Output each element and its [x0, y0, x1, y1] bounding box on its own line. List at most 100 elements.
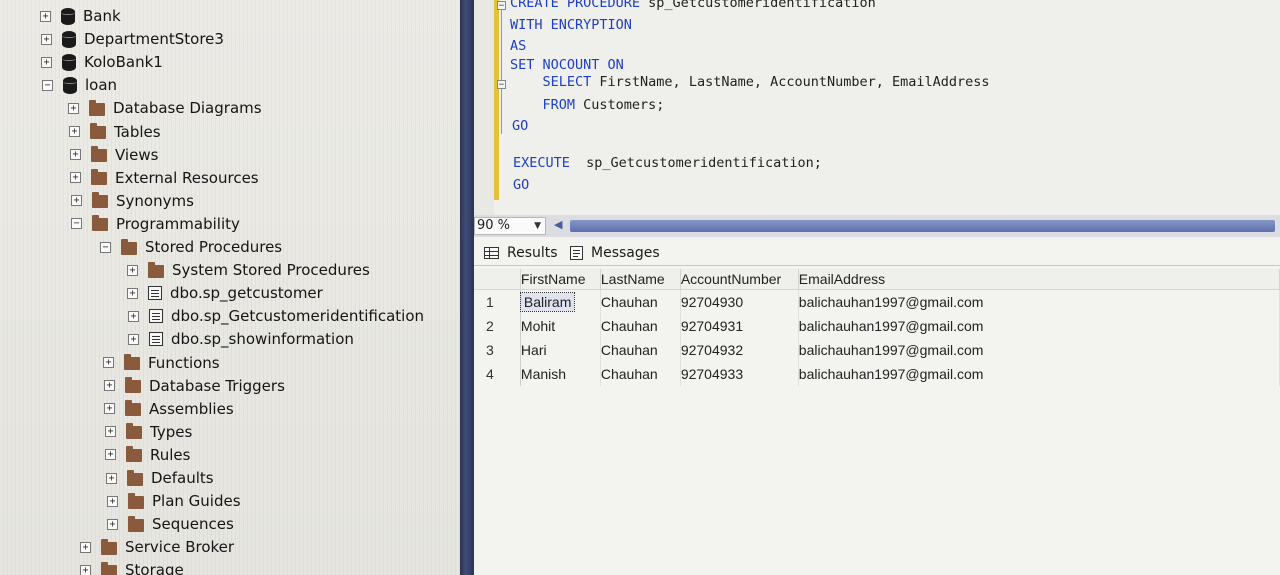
code-line[interactable]: EXECUTE sp_Getcustomeridentification; — [513, 155, 822, 171]
tree-item[interactable]: + Synonyms — [71, 190, 194, 212]
pane-splitter[interactable] — [460, 0, 474, 575]
code-line[interactable]: CREATE PROCEDURE sp_Getcustomeridentific… — [510, 0, 876, 11]
expand-icon[interactable]: + — [103, 357, 114, 368]
expand-icon[interactable]: + — [70, 149, 81, 161]
tree-item[interactable]: + dbo.sp_showinformation — [128, 328, 354, 350]
tree-item[interactable]: + Views — [70, 144, 158, 166]
collapse-icon[interactable]: − — [42, 79, 53, 91]
grid-cell-email[interactable]: balichauhan1997@gmail.com — [798, 362, 1280, 386]
row-number[interactable]: 1 — [474, 289, 521, 314]
expand-icon[interactable]: + — [41, 33, 52, 45]
sql-keyword: EXECUTE — [513, 155, 570, 171]
tree-item[interactable]: + Functions — [103, 352, 220, 374]
grid-cell-email[interactable]: balichauhan1997@gmail.com — [798, 289, 1280, 314]
table-row[interactable]: 4 Manish Chauhan 92704933 balichauhan1997@gm… — [474, 362, 1280, 386]
table-row[interactable]: 3 Hari Chauhan 92704932 balichauhan1997@gmai… — [474, 338, 1280, 362]
tree-item[interactable]: + dbo.sp_getcustomer — [127, 282, 323, 304]
code-line[interactable]: FROM Customers; — [510, 97, 665, 113]
code-line[interactable]: AS — [510, 38, 526, 54]
table-row[interactable]: 2 Mohit Chauhan 92704931 balichauhan1997@gma… — [474, 314, 1280, 338]
grid-cell-email[interactable]: balichauhan1997@gmail.com — [798, 314, 1280, 338]
column-header-emailaddress[interactable]: EmailAddress — [798, 269, 1280, 290]
tree-item[interactable]: + System Stored Procedures — [127, 259, 370, 281]
code-line[interactable]: GO — [512, 118, 528, 134]
tree-item[interactable]: + Bank — [40, 5, 121, 27]
expand-icon[interactable]: + — [104, 380, 115, 392]
collapse-icon[interactable]: − — [497, 80, 506, 90]
expand-icon[interactable]: + — [127, 287, 138, 299]
tab-results[interactable]: Results — [484, 245, 558, 261]
expand-icon[interactable]: + — [107, 495, 118, 507]
grid-cell-email[interactable]: balichauhan1997@gmail.com — [798, 338, 1280, 362]
results-grid[interactable]: FirstName LastName AccountNumber EmailAd… — [474, 269, 1280, 386]
expand-icon[interactable]: + — [105, 449, 116, 461]
tree-item[interactable]: + Storage — [80, 559, 184, 575]
tree-item[interactable]: + Database Triggers — [104, 375, 285, 397]
tab-messages[interactable]: Messages — [570, 245, 660, 261]
expand-icon[interactable]: + — [68, 102, 79, 114]
tree-item[interactable]: + Types — [105, 421, 192, 443]
tree-item[interactable]: + Tables — [69, 121, 161, 143]
expand-icon[interactable]: + — [128, 310, 139, 322]
tree-item[interactable]: − loan — [42, 74, 117, 96]
zoom-select[interactable]: 90 % ▼ — [474, 217, 546, 235]
horizontal-scrollbar[interactable] — [570, 220, 1275, 232]
grid-cell-last[interactable]: Chauhan — [600, 314, 681, 338]
column-header-lastname[interactable]: LastName — [600, 269, 681, 290]
chevron-down-icon[interactable]: ▼ — [534, 218, 541, 234]
tree-item[interactable]: + Rules — [105, 444, 190, 466]
scroll-left-icon[interactable]: ◀ — [554, 218, 562, 231]
tree-item[interactable]: − Programmability — [71, 213, 240, 235]
table-row[interactable]: 1 Baliram Chauhan 92704930 balichauhan1997@g… — [474, 289, 1280, 314]
tree-item[interactable]: − Stored Procedures — [100, 236, 282, 258]
grid-cell-first[interactable]: Mohit — [520, 314, 601, 338]
tree-item[interactable]: + DepartmentStore3 — [41, 28, 224, 50]
expand-icon[interactable]: + — [80, 564, 91, 575]
grid-cell-acct[interactable]: 92704933 — [680, 362, 799, 386]
expand-icon[interactable]: + — [71, 195, 82, 207]
expand-icon[interactable]: + — [106, 472, 117, 484]
expand-icon[interactable]: + — [128, 333, 139, 345]
code-line[interactable]: SELECT FirstName, LastName, AccountNumbe… — [510, 74, 990, 90]
expand-icon[interactable]: + — [104, 403, 115, 415]
column-header-accountnumber[interactable]: AccountNumber — [680, 269, 799, 290]
row-number[interactable]: 3 — [474, 338, 521, 362]
row-number[interactable]: 4 — [474, 362, 521, 386]
expand-icon[interactable]: + — [70, 172, 81, 184]
collapse-icon[interactable]: − — [100, 241, 111, 253]
expand-icon[interactable]: + — [127, 264, 138, 276]
expand-icon[interactable]: + — [41, 56, 52, 68]
collapse-icon[interactable]: − — [71, 218, 82, 230]
code-line[interactable]: WITH ENCRYPTION — [510, 17, 632, 33]
tree-item[interactable]: + dbo.sp_Getcustomeridentification — [128, 305, 424, 327]
tree-item[interactable]: + Assemblies — [104, 398, 234, 420]
tree-item[interactable]: + Plan Guides — [107, 490, 241, 512]
tree-item[interactable]: + Defaults — [106, 467, 214, 489]
grid-cell-last[interactable]: Chauhan — [600, 289, 681, 314]
row-number[interactable]: 2 — [474, 314, 521, 338]
grid-cell-acct[interactable]: 92704932 — [680, 338, 799, 362]
tree-item[interactable]: + Sequences — [107, 513, 234, 535]
collapse-icon[interactable]: − — [497, 1, 506, 11]
code-line[interactable]: SET NOCOUNT ON — [510, 57, 624, 73]
column-header-firstname[interactable]: FirstName — [520, 269, 601, 290]
expand-icon[interactable]: + — [80, 541, 91, 553]
expand-icon[interactable]: + — [105, 426, 116, 438]
grid-cell-first[interactable]: Hari — [520, 338, 601, 362]
code-line[interactable]: GO — [513, 177, 529, 193]
expand-icon[interactable]: + — [40, 10, 51, 22]
grid-cell-first[interactable]: Manish — [520, 362, 601, 386]
grid-cell-acct[interactable]: 92704931 — [680, 314, 799, 338]
expand-icon[interactable]: + — [107, 518, 118, 530]
grid-cell-last[interactable]: Chauhan — [600, 338, 681, 362]
tree-item[interactable]: + External Resources — [70, 167, 259, 189]
tree-item[interactable]: + KoloBank1 — [41, 51, 163, 73]
grid-cell-last[interactable]: Chauhan — [600, 362, 681, 386]
expand-icon[interactable]: + — [69, 126, 80, 137]
grid-cell-acct[interactable]: 92704930 — [680, 289, 799, 314]
row-number-header[interactable] — [474, 269, 521, 290]
query-editor[interactable]: − − CREATE PROCEDURE sp_Getcustomerident… — [474, 0, 1280, 215]
tree-item[interactable]: + Service Broker — [80, 536, 234, 558]
tree-item[interactable]: + Database Diagrams — [68, 97, 262, 119]
grid-cell-first[interactable]: Baliram — [519, 289, 601, 314]
